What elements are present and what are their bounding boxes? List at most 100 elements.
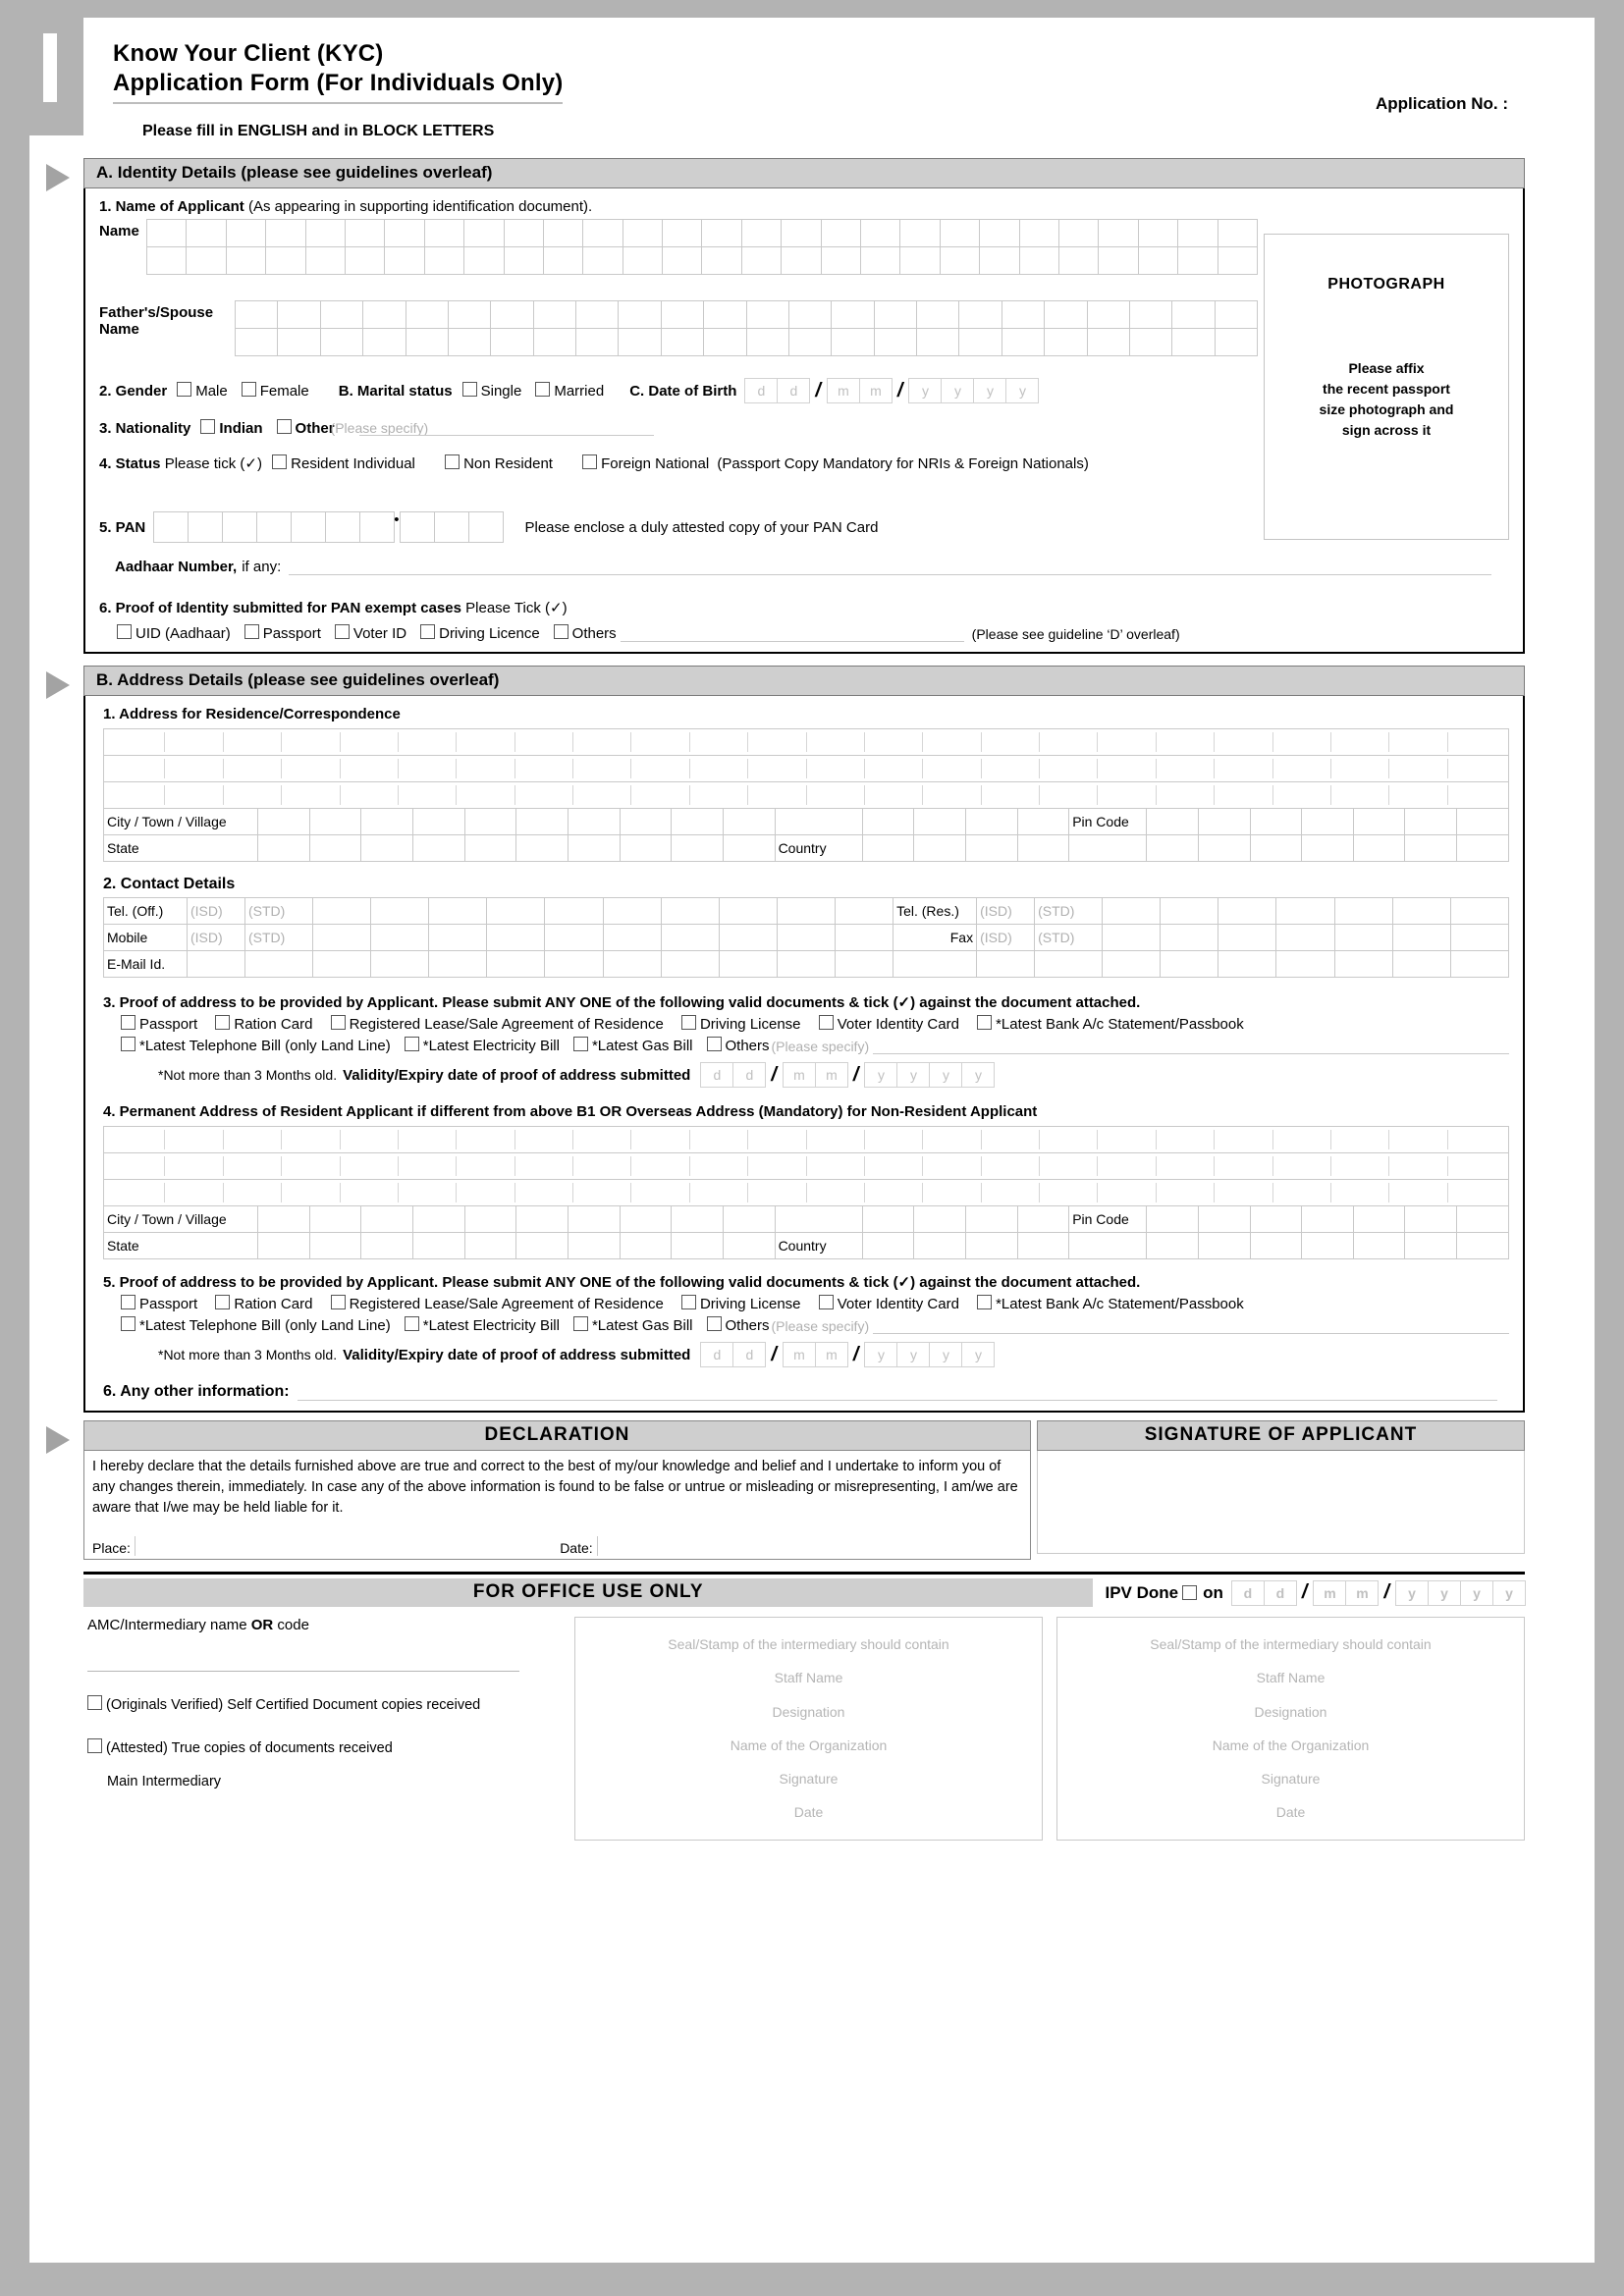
poa1-gas-checkbox[interactable]: [572, 1037, 588, 1051]
originals-verified-option[interactable]: (Originals Verified) Self Certified Docu…: [87, 1695, 559, 1713]
nationality-indian-option[interactable]: Indian: [200, 419, 263, 437]
status-non-resident-option[interactable]: Non Resident: [445, 454, 553, 472]
poa2-gas-checkbox[interactable]: [572, 1316, 588, 1331]
poi-voterid-checkbox[interactable]: [334, 624, 350, 639]
address1-state-row[interactable]: State Country: [103, 834, 1509, 862]
ipv-checkbox[interactable]: [1182, 1585, 1198, 1600]
poa1-yy-1[interactable]: y: [864, 1062, 898, 1088]
poa1-dd-1[interactable]: d: [700, 1062, 734, 1088]
nationality-specify-input[interactable]: [359, 420, 655, 436]
poa1-ration-option[interactable]: Ration Card: [215, 1015, 312, 1033]
poa2-mm-2[interactable]: m: [814, 1342, 848, 1367]
poa2-electricity-checkbox[interactable]: [404, 1316, 419, 1331]
poa2-driving-option[interactable]: Driving License: [680, 1295, 801, 1312]
marital-married-option[interactable]: Married: [535, 382, 604, 400]
originals-verified-checkbox[interactable]: [87, 1695, 102, 1710]
contact-tel-row[interactable]: Tel. (Off.) (ISD) (STD) Tel. (Res.) (ISD…: [103, 897, 1510, 925]
address2-row-3[interactable]: [103, 1179, 1509, 1206]
ipv-yy-3[interactable]: y: [1460, 1579, 1493, 1606]
poa2-ration-option[interactable]: Ration Card: [215, 1295, 312, 1312]
poa2-others-option[interactable]: Others: [706, 1316, 770, 1334]
poa2-specify-input[interactable]: [873, 1319, 1509, 1334]
poa1-telephone-option[interactable]: *Latest Telephone Bill (only Land Line): [121, 1037, 391, 1054]
address2-row-2[interactable]: [103, 1152, 1509, 1180]
marital-single-option[interactable]: Single: [461, 382, 521, 400]
status-resident-checkbox[interactable]: [272, 454, 288, 469]
address2-state-row[interactable]: State Country: [103, 1232, 1509, 1259]
seal-stamp-box-2[interactable]: Seal/Stamp of the intermediary should co…: [1056, 1617, 1525, 1841]
poa1-voter-checkbox[interactable]: [818, 1015, 834, 1030]
poa2-gas-option[interactable]: *Latest Gas Bill: [572, 1316, 693, 1334]
poa1-mm-2[interactable]: m: [814, 1062, 848, 1088]
dob-mm-1[interactable]: m: [826, 378, 860, 403]
poa1-driving-checkbox[interactable]: [680, 1015, 696, 1030]
poa2-validity-date[interactable]: d d / m m / y y y y: [700, 1342, 996, 1367]
poa2-yy-1[interactable]: y: [864, 1342, 898, 1367]
poa2-voter-checkbox[interactable]: [818, 1295, 834, 1309]
poa2-passport-option[interactable]: Passport: [121, 1295, 197, 1312]
address1-row-3[interactable]: [103, 781, 1509, 809]
gender-female-option[interactable]: Female: [241, 382, 309, 400]
poi-uid-option[interactable]: UID (Aadhaar): [117, 624, 231, 642]
poa2-passport-checkbox[interactable]: [121, 1295, 135, 1309]
nationality-other-checkbox[interactable]: [276, 419, 292, 434]
poi-others-input[interactable]: [620, 625, 964, 642]
gender-female-checkbox[interactable]: [241, 382, 256, 397]
poa1-gas-option[interactable]: *Latest Gas Bill: [572, 1037, 693, 1054]
poi-passport-option[interactable]: Passport: [244, 624, 321, 642]
pan-input[interactable]: •: [153, 511, 504, 543]
poa1-others-checkbox[interactable]: [706, 1037, 722, 1051]
address1-row-1[interactable]: [103, 728, 1509, 756]
dob-yy-2[interactable]: y: [941, 378, 975, 403]
amc-input[interactable]: [87, 1671, 519, 1672]
status-foreign-national-checkbox[interactable]: [582, 454, 598, 469]
attested-copies-option[interactable]: (Attested) True copies of documents rece…: [87, 1738, 559, 1756]
poa1-specify-input[interactable]: [873, 1040, 1509, 1054]
address1-grid[interactable]: City / Town / Village Pin Code State Cou…: [103, 728, 1509, 862]
poa1-driving-option[interactable]: Driving License: [680, 1015, 801, 1033]
poi-voterid-option[interactable]: Voter ID: [334, 624, 406, 642]
poa1-lease-checkbox[interactable]: [330, 1015, 346, 1030]
nationality-indian-checkbox[interactable]: [200, 419, 216, 434]
poi-others-checkbox[interactable]: [553, 624, 568, 639]
dob-yy-3[interactable]: y: [973, 378, 1007, 403]
poa1-yy-4[interactable]: y: [961, 1062, 996, 1088]
address1-city-row[interactable]: City / Town / Village Pin Code: [103, 808, 1509, 835]
poa2-electricity-option[interactable]: *Latest Electricity Bill: [404, 1316, 560, 1334]
poa1-electricity-checkbox[interactable]: [404, 1037, 419, 1051]
contact-email-row[interactable]: E-Mail Id.: [103, 950, 1510, 978]
address2-grid[interactable]: City / Town / Village Pin Code State Cou…: [103, 1126, 1509, 1259]
poa1-validity-date[interactable]: d d / m m / y y y y: [700, 1062, 996, 1088]
poa1-yy-2[interactable]: y: [896, 1062, 931, 1088]
ipv-dd-1[interactable]: d: [1230, 1579, 1265, 1606]
poa2-yy-3[interactable]: y: [929, 1342, 963, 1367]
poa1-mm-1[interactable]: m: [782, 1062, 816, 1088]
status-non-resident-checkbox[interactable]: [445, 454, 460, 469]
poa1-bank-option[interactable]: *Latest Bank A/c Statement/Passbook: [977, 1015, 1244, 1033]
poa2-telephone-option[interactable]: *Latest Telephone Bill (only Land Line): [121, 1316, 391, 1334]
poa1-lease-option[interactable]: Registered Lease/Sale Agreement of Resid…: [330, 1015, 664, 1033]
ipv-mm-2[interactable]: m: [1345, 1579, 1380, 1606]
dob-dd-1[interactable]: d: [744, 378, 779, 403]
poa2-yy-4[interactable]: y: [961, 1342, 996, 1367]
poa1-voter-option[interactable]: Voter Identity Card: [818, 1015, 959, 1033]
father-comb-row-2[interactable]: [235, 329, 1258, 356]
poa1-electricity-option[interactable]: *Latest Electricity Bill: [404, 1037, 560, 1054]
name-comb[interactable]: [146, 219, 1258, 275]
poi-others-option[interactable]: Others: [553, 624, 617, 642]
poa2-yy-2[interactable]: y: [896, 1342, 931, 1367]
poa2-mm-1[interactable]: m: [782, 1342, 816, 1367]
poa2-dd-2[interactable]: d: [732, 1342, 767, 1367]
poa1-bank-checkbox[interactable]: [977, 1015, 993, 1030]
address2-city-row[interactable]: City / Town / Village Pin Code: [103, 1205, 1509, 1233]
father-comb-row-1[interactable]: [235, 300, 1258, 329]
poi-driving-option[interactable]: Driving Licence: [420, 624, 540, 642]
aadhaar-input[interactable]: [289, 561, 1491, 575]
status-foreign-national-option[interactable]: Foreign National: [582, 454, 709, 472]
poi-passport-checkbox[interactable]: [244, 624, 259, 639]
poa2-bank-checkbox[interactable]: [977, 1295, 993, 1309]
dob-yy-4[interactable]: y: [1005, 378, 1040, 403]
poa1-dd-2[interactable]: d: [732, 1062, 767, 1088]
poa2-voter-option[interactable]: Voter Identity Card: [818, 1295, 959, 1312]
poa1-ration-checkbox[interactable]: [215, 1015, 231, 1030]
